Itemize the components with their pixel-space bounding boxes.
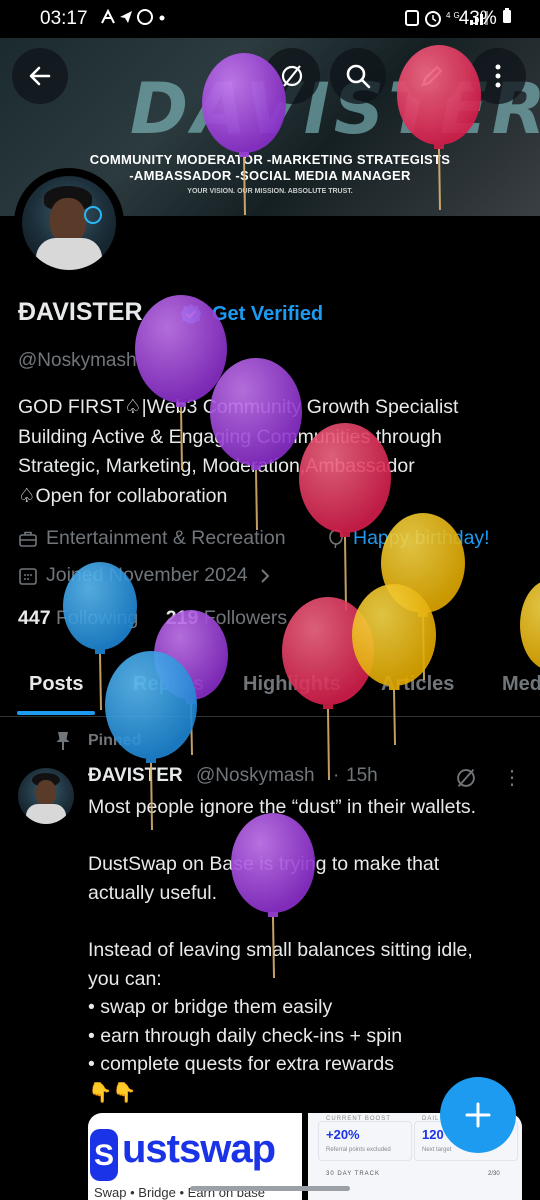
avatar-image xyxy=(22,176,116,270)
calendar-icon xyxy=(19,567,37,585)
grok-icon xyxy=(281,65,303,87)
post-line: • swap or bridge them easily xyxy=(88,996,333,1019)
compose-fab-button[interactable] xyxy=(440,1077,516,1153)
daily-label: DAIL xyxy=(422,1116,440,1122)
balloon-icon xyxy=(329,528,343,548)
post-author-avatar[interactable] xyxy=(18,768,74,824)
joined-text: Joined November 2024 xyxy=(46,564,248,586)
following-label: Following xyxy=(55,607,139,629)
following-count: 447 xyxy=(18,607,51,629)
profile-category: Entertainment & Recreation xyxy=(18,527,286,550)
battery-percent: 43% xyxy=(459,8,512,30)
edit-button[interactable] xyxy=(404,48,460,104)
followers-count: 219 xyxy=(165,607,199,629)
bio-line: Building Active & Engaging Communities t… xyxy=(18,425,442,448)
post-line: • complete quests for extra rewards xyxy=(88,1053,394,1076)
track-label: 30 DAY TRACK xyxy=(326,1171,381,1177)
tab-highlights[interactable]: Highlights xyxy=(243,673,341,696)
pin-icon xyxy=(56,732,70,750)
avatar-body xyxy=(36,238,102,270)
profile-handle: @Noskymash xyxy=(18,350,137,371)
bio-line: Strategic, Marketing, Moderation,Ambassa… xyxy=(18,455,415,477)
post-separator: · xyxy=(333,765,340,786)
back-button[interactable] xyxy=(12,48,68,104)
balloon-yellow xyxy=(520,582,540,668)
active-tab-indicator xyxy=(17,711,95,715)
post-body: Most people ignore the “dust” in their w… xyxy=(88,793,533,1108)
track-count: 2/30 xyxy=(488,1171,500,1177)
profile-bio: GOD FIRST♤|Web3 Community Growth Special… xyxy=(18,393,528,511)
category-text: Entertainment & Recreation xyxy=(46,527,286,549)
verified-badge-icon[interactable] xyxy=(180,303,202,325)
status-time: 03:17 xyxy=(40,8,88,29)
followers-label: Followers xyxy=(203,607,288,629)
more-icon xyxy=(495,64,501,88)
follow-stats: 447 Following 219 Followers xyxy=(18,607,287,630)
tab-posts[interactable]: Posts xyxy=(29,673,83,696)
post-line: Most people ignore the “dust” in their w… xyxy=(88,796,477,818)
profile-birthday[interactable]: Happy birthday! xyxy=(327,527,490,550)
battery-icon xyxy=(503,8,511,23)
avatar-face xyxy=(50,198,86,242)
post-line: DustSwap on Base is trying to make that xyxy=(88,853,440,876)
bio-line: GOD FIRST♤|Web3 Community Growth Special… xyxy=(18,396,459,418)
tab-articles[interactable]: Articles xyxy=(381,673,454,696)
profile-avatar[interactable] xyxy=(14,168,124,278)
more-options-button[interactable] xyxy=(470,48,526,104)
banner-line-1: COMMUNITY MODERATOR -MARKETING STRATEGIS… xyxy=(89,152,451,167)
back-arrow-icon xyxy=(29,66,51,86)
birthday-text[interactable]: Happy birthday! xyxy=(353,527,490,550)
boost-label: CURRENT BOOST xyxy=(326,1116,391,1122)
dustswap-logo-text: ustswap xyxy=(122,1127,276,1171)
search-button[interactable] xyxy=(330,48,386,104)
profile-name: ĐAVISTER xyxy=(18,298,143,326)
post-line xyxy=(88,822,533,851)
edit-icon xyxy=(421,65,443,87)
gesture-nav-bar[interactable] xyxy=(190,1186,350,1191)
dustswap-logo-letter: S xyxy=(90,1129,118,1181)
post-author-handle[interactable]: @Noskymash xyxy=(196,765,315,787)
profile-joined[interactable]: Joined November 2024 xyxy=(18,564,280,587)
grok-button[interactable] xyxy=(264,48,320,104)
post-timestamp[interactable]: 15h xyxy=(346,765,378,787)
notification-app-icons xyxy=(101,8,165,25)
chevron-right-icon xyxy=(260,568,270,583)
tab-media[interactable]: Media xyxy=(502,673,540,696)
post-more-button[interactable]: ⋮ xyxy=(502,765,522,790)
daily-sub: Next target xyxy=(422,1147,452,1153)
grok-icon[interactable] xyxy=(453,765,479,791)
post-author-name[interactable]: ĐAVISTER xyxy=(88,765,183,787)
get-verified-link[interactable]: Get Verified xyxy=(212,303,323,326)
post-line xyxy=(88,907,533,936)
boost-value: +20% xyxy=(326,1127,360,1142)
post-line: • earn through daily check-ins + spin xyxy=(88,1024,403,1047)
tab-replies[interactable]: Replies xyxy=(133,673,204,696)
following-link[interactable]: 447 Following xyxy=(18,607,138,629)
post-avatar-body xyxy=(26,804,66,824)
post-line: Instead of leaving small balances sittin… xyxy=(88,938,473,961)
briefcase-icon xyxy=(19,531,37,547)
compose-icon xyxy=(465,1102,491,1128)
notification-icons xyxy=(100,8,172,31)
status-bar: 03:17 4G 43% xyxy=(0,0,540,38)
post-avatar-face xyxy=(36,780,56,806)
pinned-label: Pinned xyxy=(88,732,142,749)
followers-link[interactable]: 219 Followers xyxy=(166,607,287,629)
daily-value: 120 xyxy=(422,1127,444,1142)
profile-tabs: Posts Replies Highlights Articles Media xyxy=(0,660,540,717)
boost-sub: Referral points excluded xyxy=(326,1147,391,1153)
avatar-badge xyxy=(84,206,102,224)
post-line: you can: xyxy=(88,967,162,990)
search-icon xyxy=(346,64,371,89)
post-line: actually useful. xyxy=(88,881,217,904)
bio-line: ♤Open for collaboration xyxy=(18,484,228,507)
battery-text: 43% xyxy=(458,8,497,29)
